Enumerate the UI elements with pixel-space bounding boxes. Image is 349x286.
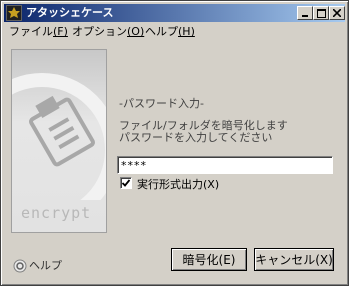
window-title: アタッシェケース — [26, 6, 114, 19]
cancel-button[interactable]: キャンセル(X) — [254, 248, 334, 271]
help-label: ヘルプ — [29, 259, 62, 272]
app-window: アタッシェケース ファイル(F) オプション(O) ヘルプ(H) encrypt — [0, 0, 349, 286]
menu-help[interactable]: ヘルプ(H) — [145, 24, 195, 40]
encrypt-button[interactable]: 暗号化(E) — [171, 248, 247, 271]
title-bar[interactable]: アタッシェケース — [4, 4, 345, 22]
close-button[interactable] — [329, 6, 345, 20]
help-circle-icon — [13, 259, 27, 273]
executable-output-checkbox[interactable] — [120, 177, 132, 189]
menu-options[interactable]: オプション(O) — [72, 24, 144, 40]
sidebar-banner: encrypt — [11, 49, 107, 233]
executable-output-label[interactable]: 実行形式出力(X) — [137, 176, 219, 192]
menu-bar: ファイル(F) オプション(O) ヘルプ(H) — [4, 23, 345, 41]
minimize-button[interactable] — [297, 6, 313, 20]
briefcase-icon — [6, 5, 22, 21]
clipboard-icon — [12, 73, 106, 200]
password-input[interactable]: **** — [117, 156, 333, 174]
section-heading: -パスワード入力- — [119, 97, 204, 110]
description-line-2: パスワードを入力してください — [119, 131, 273, 144]
sidebar-brand-word: encrypt — [21, 204, 92, 222]
checkmark-icon — [121, 179, 131, 187]
maximize-button[interactable] — [313, 6, 329, 20]
menu-file[interactable]: ファイル(F) — [9, 24, 68, 40]
